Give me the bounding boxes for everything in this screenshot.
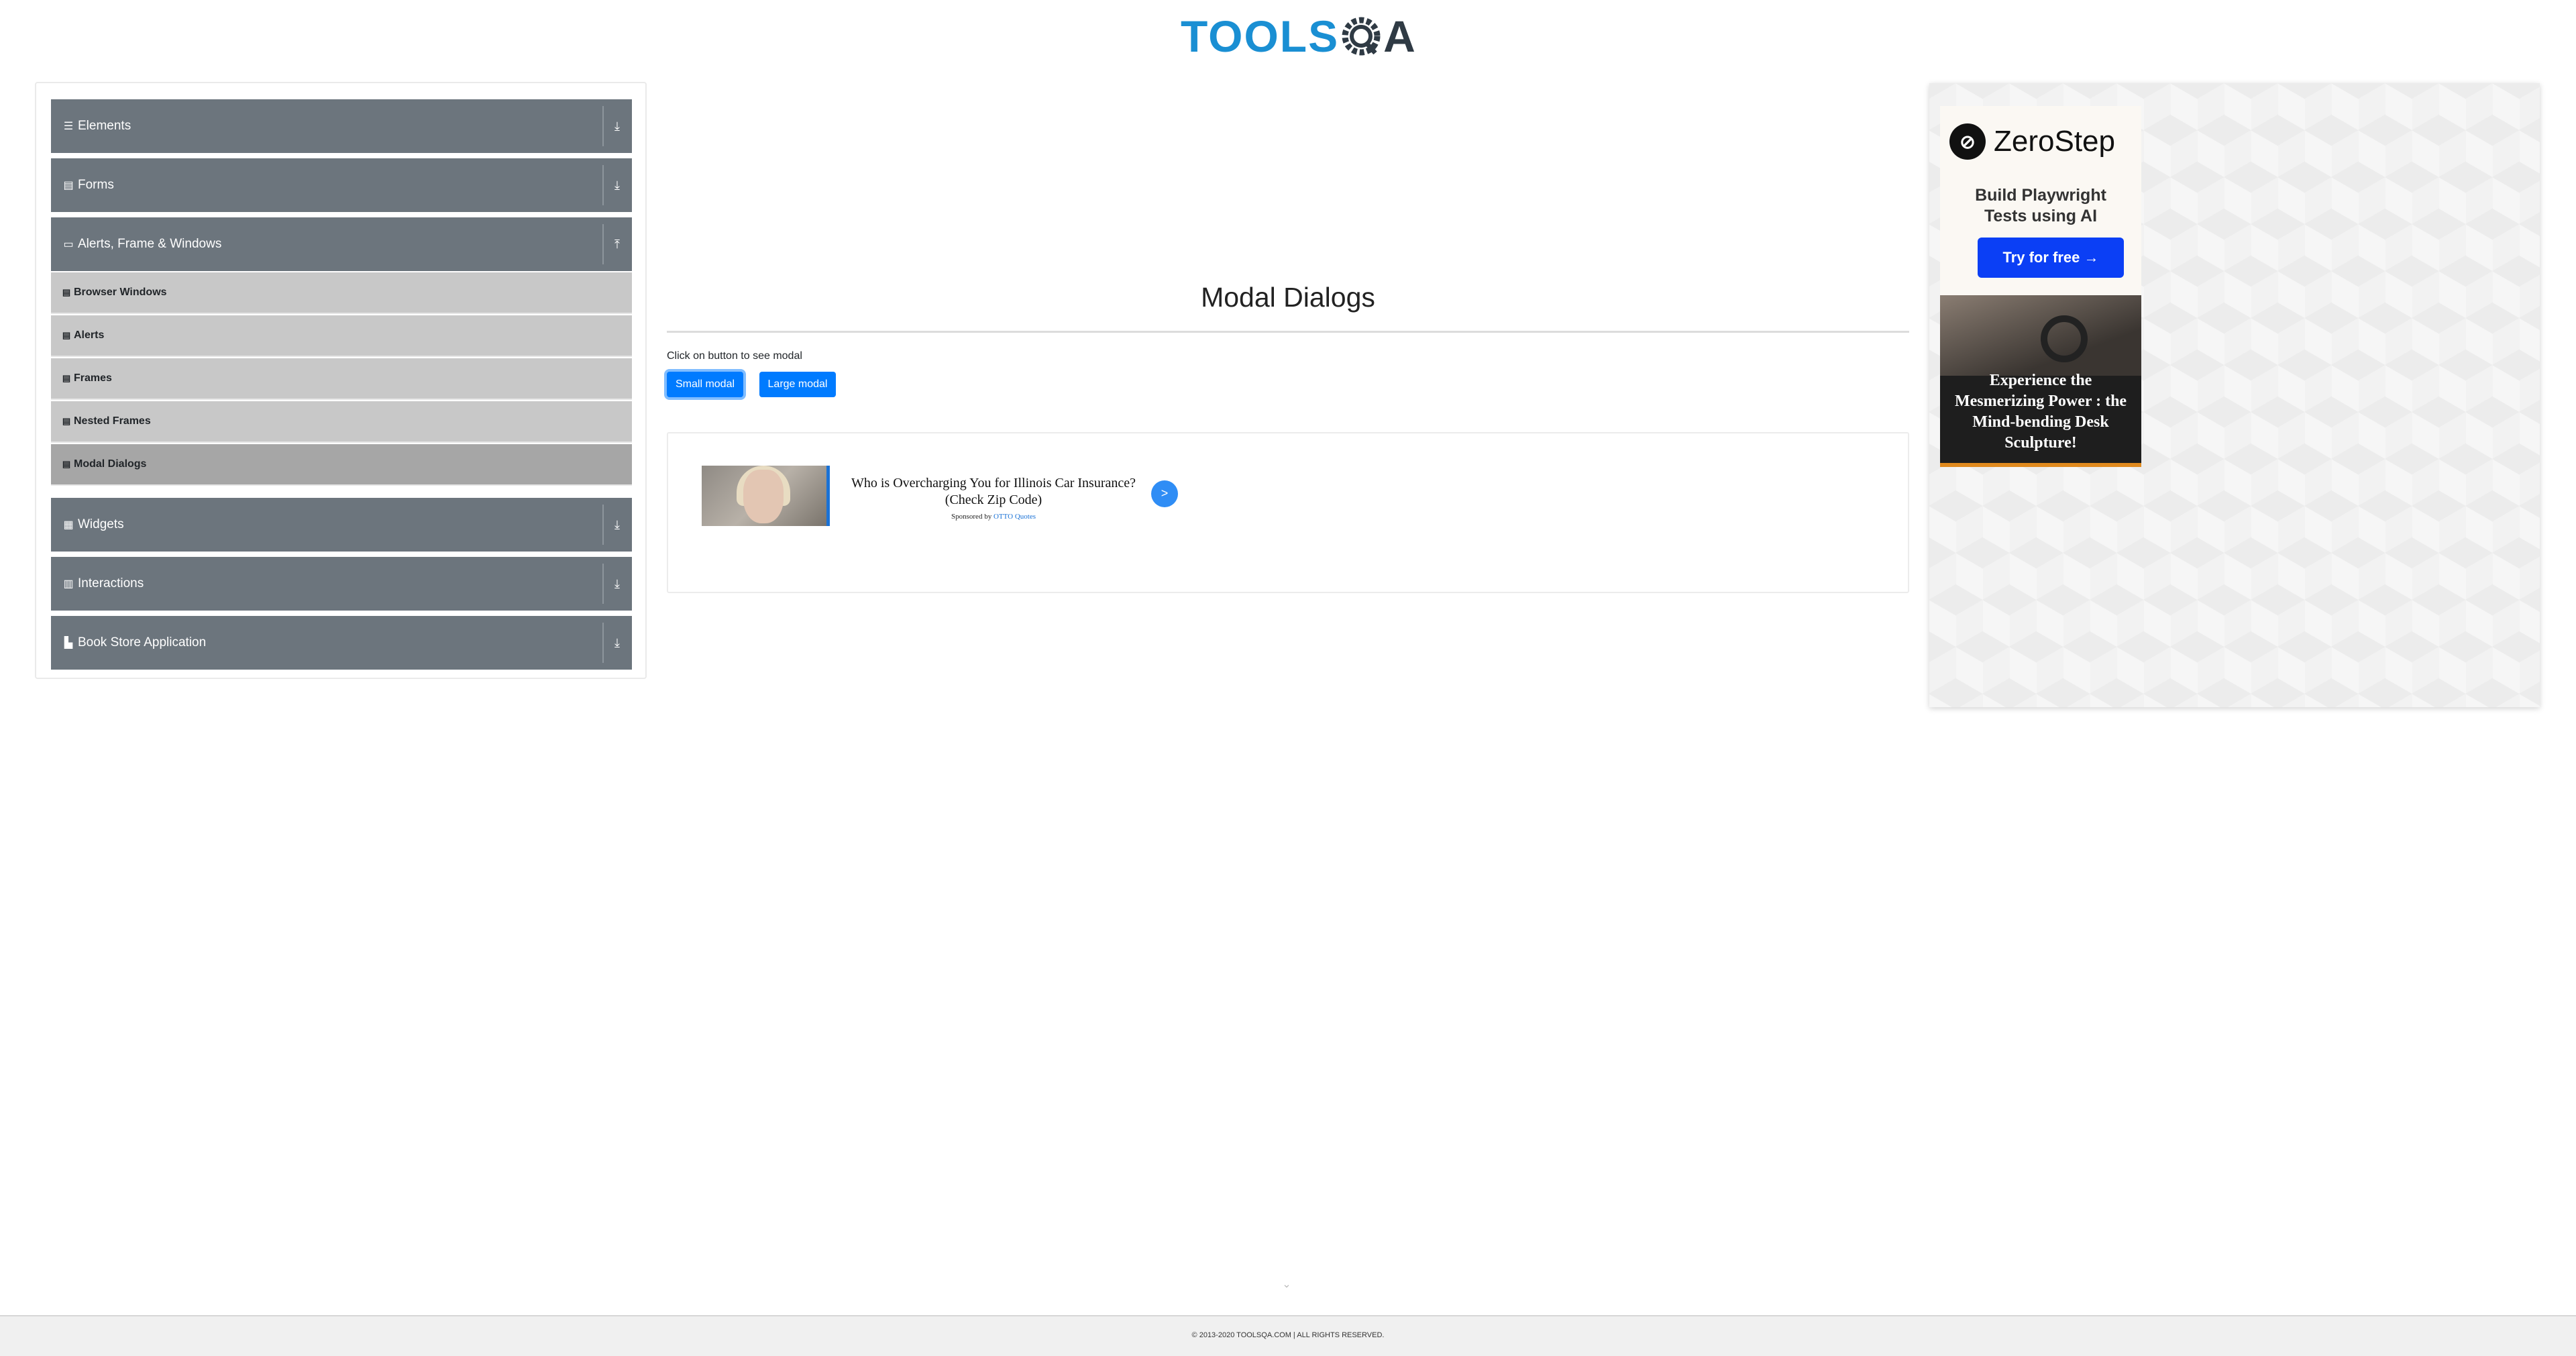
chevron-down-icon: ⌄: [1282, 1279, 1291, 1290]
ad-sponsored-prefix: Sponsored by: [951, 513, 992, 521]
small-modal-button[interactable]: Small modal: [667, 372, 743, 397]
book-store-icon: ▙: [64, 637, 73, 649]
sidebar-group-interactions[interactable]: ▥ Interactions ⤓: [51, 557, 632, 611]
sidebar-item-frames[interactable]: ▤ Frames: [51, 358, 632, 400]
document-icon: ▤: [62, 416, 71, 426]
grid-icon: ▦: [63, 519, 74, 531]
ad-photo: [1940, 295, 2141, 376]
logo-text-a: A: [1383, 11, 1415, 61]
divider: [602, 564, 604, 604]
zerostep-tagline: Build Playwright Tests using AI: [1940, 185, 2141, 227]
sidebar-group-label: Forms: [78, 178, 114, 192]
sidebar-group-widgets[interactable]: ▦ Widgets ⤓: [51, 498, 632, 552]
divider: [602, 165, 604, 205]
divider: [602, 106, 604, 146]
document-icon: ▤: [62, 287, 71, 297]
sidebar-group-elements[interactable]: ☰ Elements ⤓: [51, 99, 632, 153]
zerostep-ad[interactable]: ⊘ ZeroStep Build Playwright Tests using …: [1940, 106, 2141, 302]
sidebar-group-label: Elements: [78, 119, 131, 133]
sidebar-group-forms[interactable]: ▤ Forms ⤓: [51, 158, 632, 212]
expand-arrow-icon[interactable]: ⤓: [609, 176, 625, 195]
zerostep-logo: ⊘ ZeroStep: [1949, 123, 2115, 160]
document-icon: ▤: [62, 330, 71, 340]
document-icon: ▤: [62, 373, 71, 383]
expand-arrow-icon[interactable]: ⤓: [609, 633, 625, 652]
ad-sponsor-line: Sponsored by OTTO Quotes: [843, 513, 1144, 521]
expand-arrow-icon[interactable]: ⤓: [609, 574, 625, 593]
sidebar-item-browser-windows[interactable]: ▤ Browser Windows: [51, 272, 632, 314]
document-icon: ▤: [62, 459, 71, 469]
zerostep-tagline-line2: Tests using AI: [1984, 207, 2098, 225]
list-icon: ☰: [63, 121, 74, 132]
divider: [602, 505, 604, 545]
promo-text: Experience the Mesmerizing Power : the M…: [1954, 372, 2127, 452]
right-ad-column: ⊘ ZeroStep Build Playwright Tests using …: [1929, 83, 2540, 707]
ad-sponsor-link[interactable]: OTTO Quotes: [994, 513, 1036, 521]
sidebar-item-nested-frames[interactable]: ▤ Nested Frames: [51, 401, 632, 443]
desk-sculpture-ad[interactable]: Experience the Mesmerizing Power : the M…: [1940, 295, 2141, 467]
sidebar-item-label: Browser Windows: [74, 286, 167, 298]
sidebar-item-label: Nested Frames: [74, 415, 151, 427]
zerostep-mark-icon: ⊘: [1949, 123, 1986, 160]
title-divider: [667, 331, 1909, 333]
ring-sculpture-icon: [2041, 315, 2088, 362]
ad-headline[interactable]: Who is Overcharging You for Illinois Car…: [843, 475, 1144, 509]
footer: © 2013-2020 TOOLSQA.COM | ALL RIGHTS RES…: [0, 1315, 2576, 1356]
sidebar-group-label: Interactions: [78, 576, 144, 590]
logo-text-tools: TOOLS: [1181, 11, 1340, 61]
interactions-icon: ▥: [63, 578, 74, 590]
form-icon: ▤: [63, 180, 74, 191]
zerostep-tagline-line1: Build Playwright: [1975, 186, 2106, 205]
ad-headline-line1: Who is Overcharging You for Illinois Car…: [851, 476, 1136, 490]
sidebar-item-label: Alerts: [74, 329, 105, 341]
ad-image[interactable]: [702, 466, 830, 526]
divider: [602, 224, 604, 264]
zerostep-name: ZeroStep: [1994, 125, 2115, 158]
sidebar-group-book-store[interactable]: ▙ Book Store Application ⤓: [51, 616, 632, 670]
expand-arrow-icon[interactable]: ⤓: [609, 515, 625, 534]
intro-text: Click on button to see modal: [667, 350, 802, 362]
sidebar: ☰ Elements ⤓ ▤ Forms ⤓ ▭ Alerts, Frame &…: [35, 82, 647, 679]
sidebar-group-label: Alerts, Frame & Windows: [78, 237, 222, 251]
ad-go-button[interactable]: >: [1151, 480, 1178, 507]
divider: [602, 623, 604, 663]
sidebar-group-alerts-frame-windows[interactable]: ▭ Alerts, Frame & Windows ⤒: [51, 217, 632, 271]
sponsored-ad-box[interactable]: Who is Overcharging You for Illinois Car…: [667, 432, 1909, 593]
footer-copyright: © 2013-2020 TOOLSQA.COM | ALL RIGHTS RES…: [1191, 1331, 1385, 1339]
expand-arrow-icon[interactable]: ⤓: [609, 117, 625, 136]
ad-headline-line2: (Check Zip Code): [945, 492, 1042, 507]
page-title: Modal Dialogs: [1201, 282, 1375, 313]
toolsqa-logo[interactable]: TOOLS A: [1181, 11, 1415, 62]
window-icon: ▭: [63, 239, 74, 250]
collapse-arrow-icon[interactable]: ⤒: [609, 235, 625, 254]
sidebar-item-modal-dialogs[interactable]: ▤ Modal Dialogs: [51, 444, 632, 486]
gear-q-icon: [1342, 17, 1381, 56]
try-for-free-button[interactable]: Try for free →: [1978, 238, 2124, 278]
sidebar-item-alerts[interactable]: ▤ Alerts: [51, 315, 632, 357]
sidebar-group-label: Widgets: [78, 517, 124, 531]
large-modal-button[interactable]: Large modal: [759, 372, 836, 397]
sidebar-group-label: Book Store Application: [78, 635, 207, 649]
sidebar-item-label: Modal Dialogs: [74, 458, 147, 470]
ad-image-face: [743, 470, 784, 523]
sidebar-item-label: Frames: [74, 372, 112, 384]
